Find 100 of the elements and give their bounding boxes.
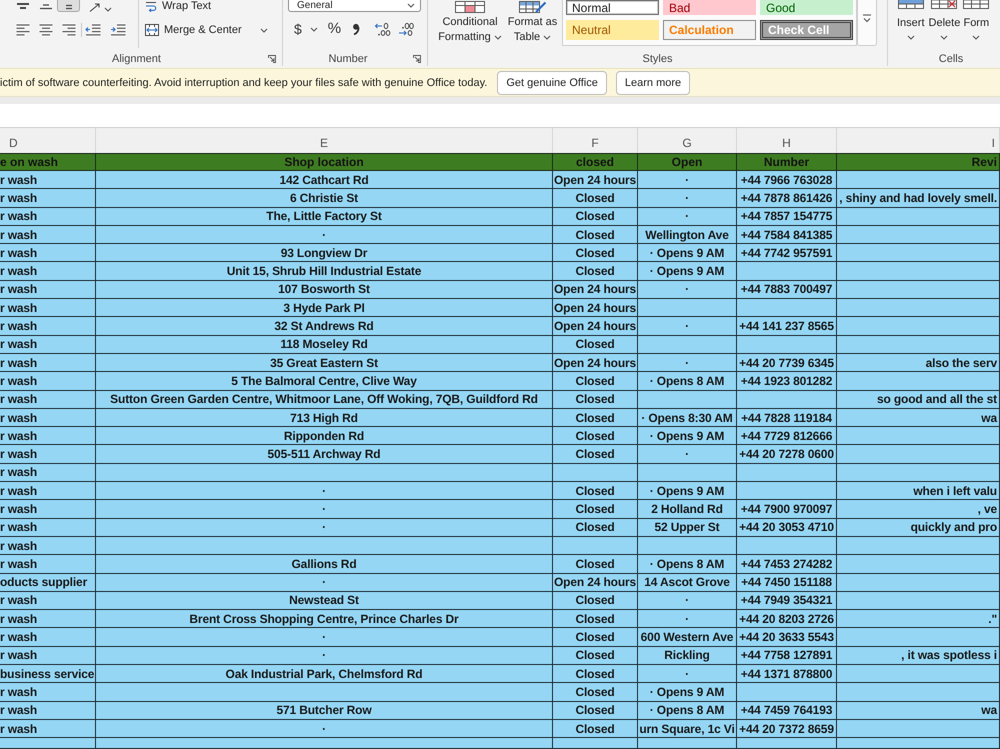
table-cell: r wash	[0, 171, 96, 190]
cell-style-option[interactable]: Normal	[566, 0, 659, 15]
decrease-decimal-icon[interactable]	[397, 22, 414, 36]
table-cell: r wash	[0, 317, 96, 336]
table-cell: r wash	[0, 336, 96, 354]
table-cell: Closed	[553, 720, 638, 738]
expand-icon[interactable]	[862, 14, 872, 23]
table-cell: ·	[638, 317, 737, 336]
table-cell: Closed	[553, 244, 638, 262]
table-cell: +44 7450 151188	[737, 574, 837, 592]
group-label: Cells	[938, 53, 964, 65]
table-cell: r wash	[0, 628, 96, 647]
wrap-text-button[interactable]: Wrap Text	[145, 0, 212, 12]
caret-icon[interactable]	[310, 26, 318, 32]
highlighted-table-icon[interactable]	[455, 1, 485, 13]
caret-icon[interactable]	[543, 34, 552, 40]
table-cell: Oak Industrial Park, Chelmsford Rd	[96, 665, 553, 684]
table-cell: · Opens 9 AM	[638, 262, 737, 281]
percent-button[interactable]: %	[328, 20, 342, 38]
table-brush-icon[interactable]	[518, 1, 546, 13]
table-cell: +44 7949 354321	[737, 592, 837, 610]
table-cell: r wash	[0, 427, 96, 446]
table-cell: r wash	[0, 262, 96, 281]
get-office-button[interactable]: Get genuine Office	[497, 70, 607, 94]
caret-icon[interactable]	[940, 35, 948, 40]
table-cell: +44 7758 127891	[737, 646, 837, 666]
table-cell: , ve	[837, 500, 1000, 519]
table-cell: r wash	[0, 244, 96, 262]
diagonal-arrow-icon[interactable]	[89, 3, 100, 12]
table-cell: Closed	[553, 226, 638, 244]
table-cell: Closed	[553, 500, 638, 519]
table-cell: 52 Upper St	[638, 518, 737, 537]
align-right-icon[interactable]	[62, 24, 76, 36]
table-cell: 142 Cathcart Rd	[96, 171, 553, 190]
table-cell: Closed	[553, 482, 638, 500]
table-cell: Gallions Rd	[96, 555, 553, 574]
align-middle-icon[interactable]	[38, 3, 52, 11]
merge-center-button[interactable]: Merge & Center	[145, 24, 242, 36]
table-cell: Closed	[553, 189, 638, 208]
currency-button[interactable]: $	[294, 20, 302, 38]
table-cell: ·	[638, 280, 737, 300]
table-cell: +44 7729 812666	[737, 427, 837, 446]
table-cell: ·	[638, 592, 737, 610]
learn-more-button[interactable]: Learn more	[616, 70, 690, 94]
number-format-dropdown[interactable]: General	[288, 0, 421, 12]
caret-icon[interactable]	[906, 35, 915, 40]
table-cell: Closed	[553, 610, 638, 628]
table-cell: Closed	[553, 592, 638, 610]
table-cell: 5 The Balmoral Centre, Clive Way	[96, 372, 553, 391]
insert-button[interactable]: Insert	[897, 0, 925, 40]
comma-icon[interactable]	[352, 23, 360, 35]
table-grid-icon[interactable]	[963, 0, 990, 9]
dialog-launcher-icon[interactable]	[268, 55, 276, 63]
cell-style-option[interactable]: Good	[760, 0, 853, 15]
align-center-icon[interactable]	[38, 24, 52, 36]
table-cell: +44 7584 841385	[737, 226, 837, 244]
table-cell: +44 20 7372 8659	[737, 720, 837, 738]
table-cell: · Opens 8 AM	[638, 372, 737, 391]
caret-icon[interactable]	[260, 28, 268, 32]
table-cross-icon[interactable]	[931, 0, 958, 9]
table-cell: · Opens 9 AM	[638, 683, 737, 702]
table-cell: r wash	[0, 464, 96, 482]
table-cell: +44 20 7739 6345	[737, 354, 837, 372]
table-cell: ·	[96, 500, 553, 519]
delete-button[interactable]: Delete	[928, 0, 960, 40]
cell-style-option[interactable]: Neutral	[566, 20, 659, 40]
table-cell: Closed	[553, 518, 638, 537]
caret-icon[interactable]	[407, 3, 415, 8]
caret-icon[interactable]	[972, 35, 980, 40]
cell-style-option[interactable]: Bad	[663, 0, 756, 15]
table-cell: +44 7857 154775	[737, 208, 837, 226]
table-cell: +44 7453 274282	[737, 555, 837, 574]
table-cell: Closed	[553, 628, 638, 647]
increase-indent-icon[interactable]	[110, 24, 126, 36]
table-cell: , it was spotless i	[837, 646, 1000, 666]
table-cell: r wash	[0, 610, 96, 628]
wrap-text-icon[interactable]	[145, 0, 157, 12]
table-cell: r wash	[0, 592, 96, 610]
table-cell: r wash	[0, 482, 96, 500]
align-top-icon[interactable]	[16, 3, 30, 11]
table-cell: 118 Moseley Rd	[96, 336, 553, 354]
table-cell: Closed	[553, 427, 638, 446]
table-cell: +44 20 8203 2726	[737, 610, 837, 628]
table-cell: +44 7742 957591	[737, 244, 837, 262]
dialog-launcher-icon[interactable]	[413, 55, 421, 63]
table-icon[interactable]	[898, 0, 924, 9]
caret-icon[interactable]	[494, 34, 502, 40]
align-bottom-button[interactable]	[57, 0, 80, 12]
format-as-table-button[interactable]: Format as Table	[504, 0, 561, 46]
merge-center-icon[interactable]	[145, 24, 159, 36]
align-left-icon[interactable]	[16, 24, 30, 36]
table-cell: The, Little Factory St	[96, 208, 553, 226]
table-cell: r wash	[0, 536, 96, 556]
caret-icon[interactable]	[104, 7, 112, 12]
format-button[interactable]: Form	[963, 0, 990, 40]
increase-decimal-icon[interactable]	[374, 22, 392, 36]
table-cell: +44 20 3053 4710	[737, 518, 837, 537]
header-cell: Number	[737, 153, 837, 171]
decrease-indent-icon[interactable]	[84, 24, 100, 36]
conditional-formatting-button[interactable]: Conditional Formatting	[436, 0, 504, 46]
